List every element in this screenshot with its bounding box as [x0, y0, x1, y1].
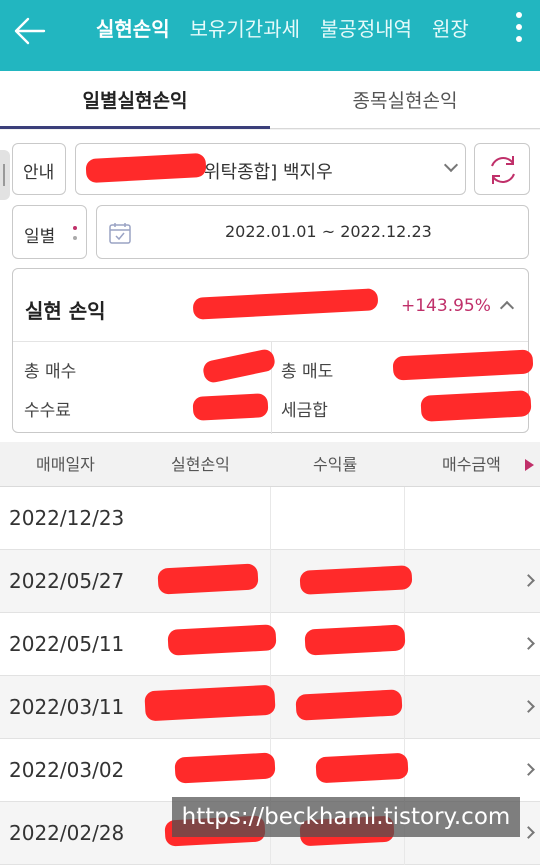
tab-realized-profit[interactable]: 실현손익 [96, 0, 170, 58]
option-dots-icon [73, 226, 77, 246]
chevron-up-icon[interactable] [499, 300, 515, 316]
chevron-right-icon [522, 763, 535, 776]
summary-title: 실현 손익 [25, 299, 106, 323]
trade-date: 2022/05/11 [9, 632, 125, 656]
tab-unfair-trades[interactable]: 불공정내역 [320, 0, 412, 58]
period-select[interactable]: 일별 [12, 205, 87, 259]
column-header-realized-profit[interactable]: 실현손익 [171, 443, 230, 487]
refresh-icon [491, 156, 515, 184]
redaction-mark [85, 152, 207, 184]
chevron-right-icon [522, 826, 535, 839]
redaction-mark [144, 684, 276, 722]
scroll-right-arrow-icon[interactable] [525, 459, 534, 471]
subtab-stock-profit[interactable]: 종목실현손익 [270, 71, 540, 129]
table-row[interactable]: 2022/05/11 [0, 613, 540, 676]
redaction-mark [192, 393, 269, 421]
table-header: 매매일자 실현손익 수익률 매수금액 [0, 443, 540, 487]
redaction-mark [201, 347, 277, 385]
guide-label: 안내 [23, 163, 55, 183]
watermark: https://beckhami.tistory.com [172, 797, 520, 837]
profit-percent: +143.95% [401, 296, 491, 316]
account-select[interactable]: 위탁종합] 백지우 [75, 143, 466, 195]
chevron-right-icon [522, 574, 535, 587]
column-header-buy-amount[interactable]: 매수금액 [442, 443, 501, 487]
date-range-text: 2022.01.01 ~ 2022.12.23 [225, 222, 432, 241]
chevron-right-icon [522, 637, 535, 650]
tax-label: 세금합 [281, 401, 328, 421]
column-header-return-rate[interactable]: 수익률 [313, 443, 357, 487]
period-label: 일별 [24, 227, 56, 247]
trade-date: 2022/03/11 [9, 695, 125, 719]
table-row[interactable]: 2022/05/27 [0, 550, 540, 613]
total-sell-label: 총 매도 [281, 362, 334, 382]
table-row[interactable]: 2022/03/11 [0, 676, 540, 739]
tab-holding-period-tax[interactable]: 보유기간과세 [190, 0, 300, 58]
top-tabs: 실현손익 보유기간과세 불공정내역 원장 [96, 0, 486, 71]
account-text: 위탁종합] 백지우 [204, 162, 333, 183]
redaction-mark [167, 624, 277, 656]
redaction-mark [420, 390, 532, 422]
subtab-daily-profit[interactable]: 일별실현손익 [0, 71, 270, 129]
more-menu-icon[interactable] [509, 12, 529, 46]
trade-date: 2022/12/23 [9, 506, 125, 530]
sub-tabs: 일별실현손익 종목실현손익 [0, 71, 540, 129]
redaction-mark [315, 752, 409, 784]
redaction-mark [157, 563, 259, 595]
back-arrow-icon[interactable] [12, 13, 48, 49]
redaction-mark [304, 624, 406, 656]
redaction-mark [392, 349, 534, 381]
total-buy-label: 총 매수 [24, 362, 77, 382]
fee-label: 수수료 [24, 401, 71, 421]
trade-date: 2022/05/27 [9, 569, 125, 593]
trade-date: 2022/02/28 [9, 821, 125, 845]
calendar-icon [109, 223, 131, 244]
redaction-mark [299, 565, 413, 595]
side-drawer-handle[interactable] [0, 150, 10, 200]
table-row[interactable]: 2022/03/02 [0, 739, 540, 802]
summary-card: 실현 손익 +143.95% 총 매수 총 매도 수수료 세금합 [12, 268, 534, 434]
refresh-button[interactable] [474, 143, 530, 195]
chevron-right-icon [522, 700, 535, 713]
redaction-mark [174, 752, 276, 784]
trade-date: 2022/03/02 [9, 758, 125, 782]
guide-button[interactable]: 안내 [12, 143, 66, 195]
table-row[interactable]: 2022/12/23 [0, 487, 540, 550]
top-bar: 실현손익 보유기간과세 불공정내역 원장 [0, 0, 540, 71]
chevron-down-icon [443, 157, 459, 173]
redaction-mark [295, 689, 403, 721]
date-range-field[interactable]: 2022.01.01 ~ 2022.12.23 [96, 205, 529, 259]
redaction-mark [192, 288, 379, 320]
tab-ledger[interactable]: 원장 [432, 0, 469, 58]
column-header-trade-date[interactable]: 매매일자 [36, 443, 95, 487]
